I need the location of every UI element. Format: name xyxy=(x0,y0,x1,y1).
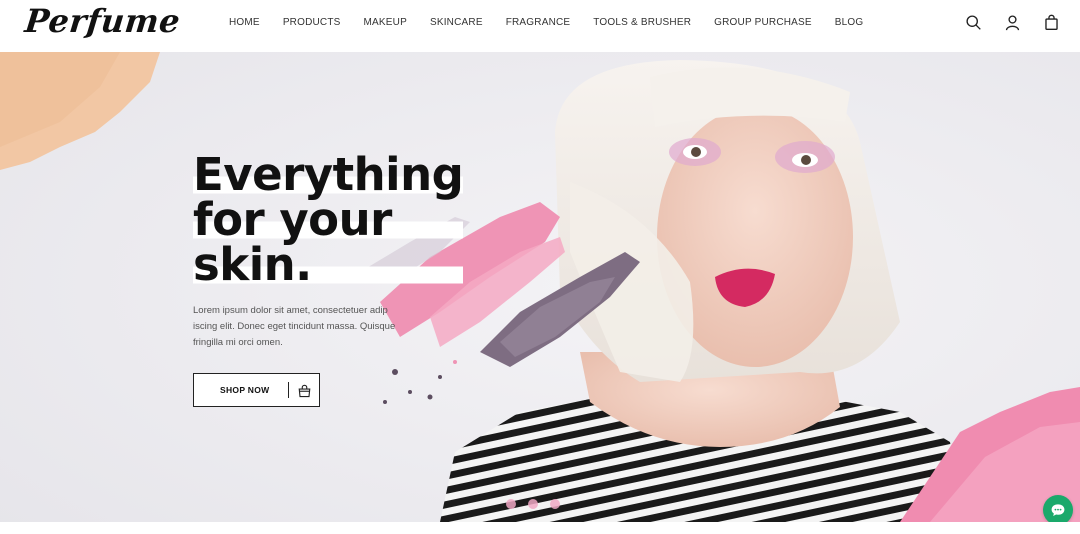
hero-text: Everything for your skin. Lorem ipsum do… xyxy=(193,148,464,407)
nav-item-tools-brusher[interactable]: TOOLS & BRUSHER xyxy=(593,17,691,28)
hero-subtext: Lorem ipsum dolor sit amet, consectetuer… xyxy=(193,305,396,348)
chat-bubble-icon xyxy=(1051,504,1065,516)
user-icon[interactable] xyxy=(1004,14,1021,31)
shopping-bag-icon[interactable] xyxy=(1043,14,1060,31)
header-icons xyxy=(965,14,1060,31)
nav-item-blog[interactable]: BLOG xyxy=(835,17,864,28)
chat-button[interactable] xyxy=(1043,495,1073,522)
slider-dot-1[interactable] xyxy=(506,499,516,509)
nav-item-skincare[interactable]: SKINCARE xyxy=(430,17,483,28)
shopping-bag-icon xyxy=(298,384,311,397)
search-icon[interactable] xyxy=(965,14,982,31)
hero-headline: Everything for your skin. xyxy=(193,148,464,287)
headline-line-1: Everything xyxy=(193,148,464,201)
shop-now-button[interactable]: SHOP NOW xyxy=(193,373,320,407)
headline-line-3: skin. xyxy=(193,242,463,287)
slider-dot-3[interactable] xyxy=(550,499,560,509)
nav-item-home[interactable]: HOME xyxy=(229,17,260,28)
nav-item-products[interactable]: PRODUCTS xyxy=(283,17,341,28)
nav-item-group-purchase[interactable]: GROUP PURCHASE xyxy=(714,17,812,28)
hero-banner: Everything for your skin. Lorem ipsum do… xyxy=(0,52,1080,522)
headline-line-2: for your xyxy=(193,197,463,242)
logo[interactable]: Perfume xyxy=(23,2,182,40)
shop-now-label: SHOP NOW xyxy=(220,385,270,395)
button-divider xyxy=(288,382,289,398)
bottom-strip xyxy=(0,522,1080,534)
site-header: Perfume HOME PRODUCTS MAKEUP SKINCARE FR… xyxy=(0,0,1080,52)
slider-dot-2[interactable] xyxy=(528,499,538,509)
nav-item-fragrance[interactable]: FRAGRANCE xyxy=(506,17,571,28)
slider-dots xyxy=(506,499,560,509)
hero-image xyxy=(0,52,1080,522)
nav-item-makeup[interactable]: MAKEUP xyxy=(364,17,407,28)
main-nav: HOME PRODUCTS MAKEUP SKINCARE FRAGRANCE … xyxy=(229,17,886,28)
